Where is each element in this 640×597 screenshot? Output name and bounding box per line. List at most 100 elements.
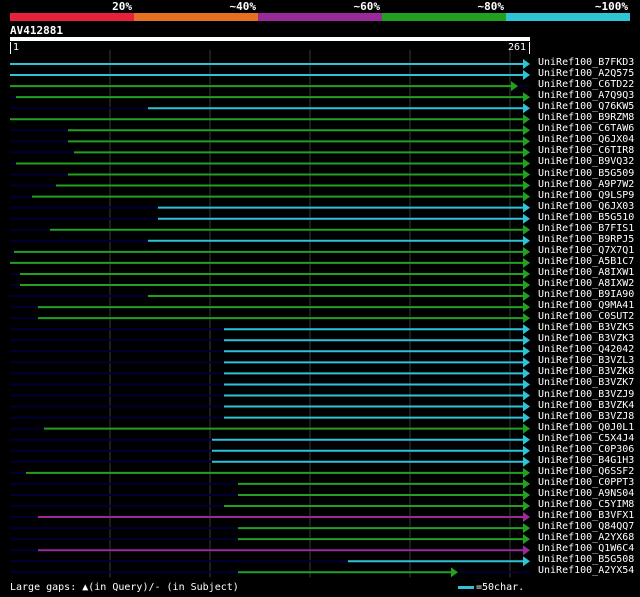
hit-name-link[interactable]: UniRef100_Q42042 [538, 344, 634, 355]
hit-row[interactable] [10, 302, 530, 313]
hit-end-arrow-icon [523, 379, 530, 390]
hit-name-link[interactable]: UniRef100_C6TIR8 [538, 145, 634, 156]
hit-row[interactable] [10, 202, 530, 213]
hit-row[interactable] [10, 489, 530, 500]
hit-name-link[interactable]: UniRef100_B7FIS1 [538, 223, 634, 234]
hit-row[interactable] [10, 357, 530, 368]
hit-name-link[interactable]: UniRef100_Q1W6C4 [538, 543, 634, 554]
hit-row[interactable] [10, 412, 530, 423]
hit-name-link[interactable]: UniRef100_C5YIM8 [538, 499, 634, 510]
hit-name-link[interactable]: UniRef100_A2YX54 [538, 565, 634, 576]
hit-name-link[interactable]: UniRef100_B5G509 [538, 168, 634, 179]
hit-row[interactable] [10, 147, 530, 158]
hit-name-link[interactable]: UniRef100_B3VFX1 [538, 510, 634, 521]
hit-row[interactable] [10, 268, 530, 279]
hit-name-link[interactable]: UniRef100_B9IA90 [538, 289, 634, 300]
hit-name-link[interactable]: UniRef100_C0SUT2 [538, 311, 634, 322]
hit-row[interactable] [10, 423, 530, 434]
hit-row[interactable] [10, 280, 530, 290]
hit-name-link[interactable]: UniRef100_B9RPJ5 [538, 234, 634, 245]
hit-name-link[interactable]: UniRef100_A2YX68 [538, 532, 634, 543]
hit-row[interactable] [10, 81, 530, 92]
hit-name-link[interactable]: UniRef100_A9NS04 [538, 488, 634, 499]
hit-name-link[interactable]: UniRef100_A5B1C7 [538, 256, 634, 267]
hit-row[interactable] [10, 445, 530, 456]
hit-row[interactable] [10, 534, 530, 545]
hit-end-arrow-icon [523, 246, 530, 257]
hit-row[interactable] [10, 478, 530, 489]
hit-name-link[interactable]: UniRef100_A9P7W2 [538, 179, 634, 190]
hit-name-link[interactable]: UniRef100_Q0J0L1 [538, 422, 634, 433]
hit-row[interactable] [10, 213, 530, 224]
hit-name-link[interactable]: UniRef100_C6TD22 [538, 79, 634, 90]
hit-row[interactable] [10, 434, 530, 445]
hit-name-link[interactable]: UniRef100_B3VZJ8 [538, 411, 634, 422]
hit-row[interactable] [10, 191, 530, 202]
hit-name-link[interactable]: UniRef100_Q6JX03 [538, 201, 634, 212]
hit-row[interactable] [10, 467, 530, 478]
hit-row[interactable] [10, 70, 530, 81]
hit-row[interactable] [10, 401, 530, 412]
hit-name-link[interactable]: UniRef100_B5G508 [538, 554, 634, 565]
hit-end-arrow-icon [523, 390, 530, 401]
hit-name-link[interactable]: UniRef100_A8IXW1 [538, 267, 634, 278]
hit-name-link[interactable]: UniRef100_Q84QQ7 [538, 521, 634, 532]
hit-name-link[interactable]: UniRef100_C5X4J4 [538, 433, 634, 444]
hit-row[interactable] [10, 92, 530, 103]
hit-row[interactable] [10, 158, 530, 169]
hit-name-link[interactable]: UniRef100_Q6SSF2 [538, 466, 634, 477]
hit-row[interactable] [10, 224, 530, 235]
hit-row[interactable] [10, 313, 530, 324]
hit-name-link[interactable]: UniRef100_B3VZK4 [538, 400, 634, 411]
hit-name-link[interactable]: UniRef100_A7Q9Q3 [538, 90, 634, 101]
hit-name-link[interactable]: UniRef100_B3VZK7 [538, 377, 634, 388]
hit-name-link[interactable]: UniRef100_B5G510 [538, 212, 634, 223]
hit-row[interactable] [10, 379, 530, 390]
hit-name-link[interactable]: UniRef100_B9VQ32 [538, 156, 634, 167]
hit-row[interactable] [10, 125, 530, 136]
hit-name-link[interactable]: UniRef100_B3VZJ9 [538, 389, 634, 400]
hit-name-link[interactable]: UniRef100_Q9LSP9 [538, 190, 634, 201]
hit-name-link[interactable]: UniRef100_B3VZK8 [538, 366, 634, 377]
hit-name-link[interactable]: UniRef100_B3VZK3 [538, 333, 634, 344]
hit-name-link[interactable]: UniRef100_Q7X7Q1 [538, 245, 634, 256]
hit-row[interactable] [10, 335, 530, 346]
hit-row[interactable] [10, 512, 530, 523]
hit-name-link[interactable]: UniRef100_Q76KW5 [538, 101, 634, 112]
hit-row[interactable] [10, 545, 530, 556]
hit-row[interactable] [10, 114, 530, 125]
hit-name-link[interactable]: UniRef100_A2Q575 [538, 68, 634, 79]
hit-row[interactable] [10, 456, 530, 467]
hit-name-link[interactable]: UniRef100_B9RZM8 [538, 112, 634, 123]
hit-name-link[interactable]: UniRef100_Q9MA41 [538, 300, 634, 311]
hit-name-link[interactable]: UniRef100_B7FKD3 [538, 57, 634, 68]
hit-row[interactable] [10, 103, 530, 114]
hit-row[interactable] [10, 169, 530, 180]
hit-name-link[interactable]: UniRef100_C6TAW6 [538, 123, 634, 134]
hit-row[interactable] [10, 235, 530, 246]
hit-name-link[interactable]: UniRef100_B3VZL3 [538, 355, 634, 366]
hit-end-arrow-icon [523, 313, 530, 324]
hit-name-link[interactable]: UniRef100_C0PPT3 [538, 477, 634, 488]
hit-name-link[interactable]: UniRef100_A8IXW2 [538, 278, 634, 289]
hit-row[interactable] [10, 180, 530, 191]
hit-row[interactable] [10, 567, 530, 578]
hit-row[interactable] [10, 246, 530, 257]
hit-name-link[interactable]: UniRef100_C0P306 [538, 444, 634, 455]
hit-row[interactable] [10, 136, 530, 147]
hit-name-link[interactable]: UniRef100_B3VZK5 [538, 322, 634, 333]
hit-row[interactable] [10, 556, 530, 567]
hit-row[interactable] [10, 346, 530, 357]
hit-row[interactable] [10, 501, 530, 511]
hit-row[interactable] [10, 59, 530, 69]
hit-row[interactable] [10, 368, 530, 379]
hit-name-link[interactable]: UniRef100_B4G1H3 [538, 455, 634, 466]
hit-row[interactable] [10, 523, 530, 534]
hit-end-arrow-icon [523, 368, 530, 379]
hit-row[interactable] [10, 390, 530, 401]
hit-row[interactable] [10, 291, 530, 302]
hit-row[interactable] [10, 257, 530, 268]
hit-end-arrow-icon [523, 136, 530, 147]
hit-name-link[interactable]: UniRef100_Q6JX04 [538, 134, 634, 145]
hit-row[interactable] [10, 324, 530, 335]
